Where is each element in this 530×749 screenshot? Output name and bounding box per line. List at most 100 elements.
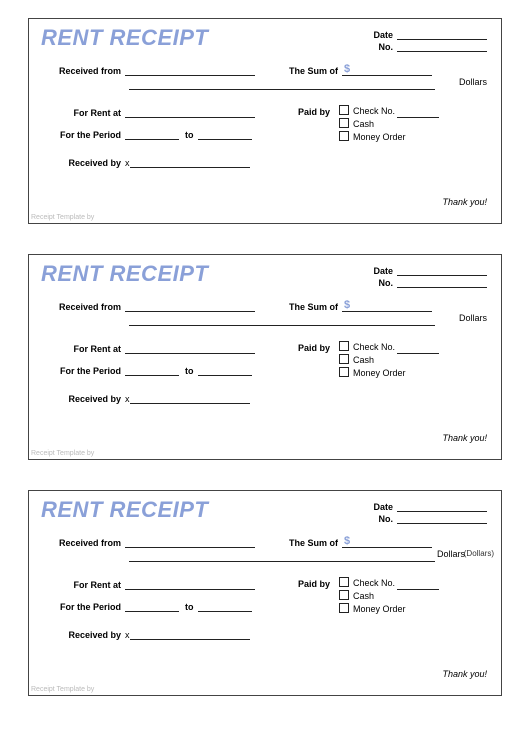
period-from-line[interactable] bbox=[125, 129, 179, 140]
received-from-line[interactable] bbox=[125, 65, 255, 76]
check-no-checkbox[interactable] bbox=[339, 341, 349, 351]
dollars-word: Dollars bbox=[459, 313, 487, 323]
for-rent-at-line[interactable] bbox=[125, 107, 255, 118]
received-from-field: Received from bbox=[49, 65, 255, 76]
date-field: Date bbox=[373, 501, 487, 512]
for-period-field: For the Period to bbox=[49, 601, 252, 612]
receipt-title: RENT RECEIPT bbox=[41, 497, 208, 523]
received-by-line[interactable] bbox=[130, 629, 250, 640]
period-from-line[interactable] bbox=[125, 365, 179, 376]
received-from-line[interactable] bbox=[125, 301, 255, 312]
rent-receipt-1: RENT RECEIPT Date No. Received from The … bbox=[28, 18, 502, 224]
for-rent-at-line[interactable] bbox=[125, 343, 255, 354]
money-order-checkbox[interactable] bbox=[339, 603, 349, 613]
paid-by-label: Paid by bbox=[298, 343, 330, 353]
thank-you: Thank you! bbox=[442, 197, 487, 207]
check-no-line[interactable] bbox=[397, 581, 439, 590]
money-order-checkbox[interactable] bbox=[339, 131, 349, 141]
sum-words-line[interactable] bbox=[129, 551, 435, 562]
paid-by-label: Paid by bbox=[298, 579, 330, 589]
period-to-line[interactable] bbox=[198, 601, 252, 612]
sum-of-field: The Sum of $ bbox=[289, 537, 432, 548]
receipt-title: RENT RECEIPT bbox=[41, 25, 208, 51]
for-period-label: For the Period bbox=[49, 366, 121, 376]
paid-by-label: Paid by bbox=[298, 107, 330, 117]
date-field: Date bbox=[373, 265, 487, 276]
no-field: No. bbox=[379, 277, 488, 288]
money-order-option: Money Order bbox=[339, 603, 439, 616]
rent-receipt-3: RENT RECEIPT Date No. Received from The … bbox=[28, 490, 502, 696]
date-input-line[interactable] bbox=[397, 29, 487, 40]
sum-of-field: The Sum of $ bbox=[289, 301, 432, 312]
no-label: No. bbox=[379, 514, 394, 524]
paid-by-options: Check No. Cash Money Order bbox=[339, 105, 439, 144]
for-rent-at-label: For Rent at bbox=[49, 108, 121, 118]
date-field: Date bbox=[373, 29, 487, 40]
period-to-line[interactable] bbox=[198, 129, 252, 140]
for-rent-at-field: For Rent at bbox=[49, 343, 255, 354]
paid-by-field: Paid by bbox=[298, 579, 330, 589]
sum-words-field bbox=[125, 551, 435, 562]
for-rent-at-line[interactable] bbox=[125, 579, 255, 590]
sum-of-label: The Sum of bbox=[289, 538, 338, 548]
sum-words-line[interactable] bbox=[129, 79, 435, 90]
to-label: to bbox=[185, 602, 194, 612]
no-input-line[interactable] bbox=[397, 513, 487, 524]
cash-checkbox[interactable] bbox=[339, 354, 349, 364]
cash-checkbox[interactable] bbox=[339, 118, 349, 128]
cash-option: Cash bbox=[339, 354, 439, 367]
check-no-line[interactable] bbox=[397, 109, 439, 118]
sum-words-line[interactable] bbox=[129, 315, 435, 326]
for-period-label: For the Period bbox=[49, 130, 121, 140]
period-to-line[interactable] bbox=[198, 365, 252, 376]
sum-of-field: The Sum of $ bbox=[289, 65, 432, 76]
paid-by-options: Check No. Cash Money Order bbox=[339, 577, 439, 616]
dollars-word-overlapped: Dollars bbox=[437, 549, 465, 559]
sum-words-field bbox=[125, 315, 435, 326]
cash-checkbox[interactable] bbox=[339, 590, 349, 600]
date-input-line[interactable] bbox=[397, 501, 487, 512]
check-no-option: Check No. bbox=[339, 341, 439, 354]
received-from-label: Received from bbox=[49, 66, 121, 76]
cash-option: Cash bbox=[339, 590, 439, 603]
sum-of-label: The Sum of bbox=[289, 66, 338, 76]
period-from-line[interactable] bbox=[125, 601, 179, 612]
no-label: No. bbox=[379, 42, 394, 52]
sum-of-line[interactable]: $ bbox=[342, 301, 432, 312]
date-input-line[interactable] bbox=[397, 265, 487, 276]
check-no-checkbox[interactable] bbox=[339, 105, 349, 115]
for-period-field: For the Period to bbox=[49, 129, 252, 140]
money-order-checkbox[interactable] bbox=[339, 367, 349, 377]
no-input-line[interactable] bbox=[397, 277, 487, 288]
received-from-line[interactable] bbox=[125, 537, 255, 548]
check-no-option: Check No. bbox=[339, 105, 439, 118]
check-no-checkbox[interactable] bbox=[339, 577, 349, 587]
sum-of-line[interactable]: $ bbox=[342, 537, 432, 548]
footer-credit: Receipt Template by bbox=[31, 214, 94, 221]
date-label: Date bbox=[373, 266, 393, 276]
sum-of-line[interactable]: $ bbox=[342, 65, 432, 76]
received-by-label: Received by bbox=[49, 158, 121, 168]
to-label: to bbox=[185, 366, 194, 376]
thank-you: Thank you! bbox=[442, 669, 487, 679]
received-by-label: Received by bbox=[49, 630, 121, 640]
paid-by-options: Check No. Cash Money Order bbox=[339, 341, 439, 380]
money-order-option: Money Order bbox=[339, 131, 439, 144]
received-from-label: Received from bbox=[49, 538, 121, 548]
received-by-line[interactable] bbox=[130, 393, 250, 404]
footer-credit: Receipt Template by bbox=[31, 450, 94, 457]
currency-symbol: $ bbox=[344, 63, 350, 75]
dollars-word: Dollars bbox=[459, 77, 487, 87]
no-input-line[interactable] bbox=[397, 41, 487, 52]
received-by-line[interactable] bbox=[130, 157, 250, 168]
date-label: Date bbox=[373, 30, 393, 40]
currency-symbol: $ bbox=[344, 535, 350, 547]
for-rent-at-label: For Rent at bbox=[49, 344, 121, 354]
received-from-label: Received from bbox=[49, 302, 121, 312]
cash-option: Cash bbox=[339, 118, 439, 131]
no-label: No. bbox=[379, 278, 394, 288]
receipt-title: RENT RECEIPT bbox=[41, 261, 208, 287]
for-period-field: For the Period to bbox=[49, 365, 252, 376]
check-no-line[interactable] bbox=[397, 345, 439, 354]
no-field: No. bbox=[379, 41, 488, 52]
